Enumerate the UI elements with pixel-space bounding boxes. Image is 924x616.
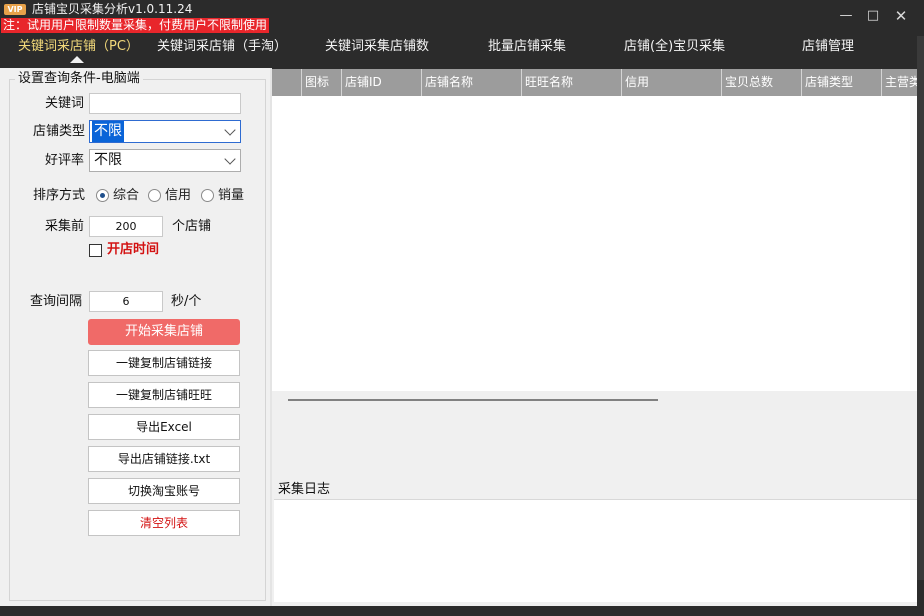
close-button[interactable]: ✕ bbox=[893, 8, 909, 24]
export-excel-button[interactable]: 导出Excel bbox=[88, 414, 240, 440]
shop-results-grid[interactable]: 图标 店铺ID 店铺名称 旺旺名称 信用 宝贝总数 店铺类型 主营类 bbox=[272, 69, 917, 410]
app-title: 店铺宝贝采集分析v1.0.11.24 bbox=[32, 2, 193, 16]
radio-unchecked-icon bbox=[148, 189, 161, 202]
collect-count-unit: 个店铺 bbox=[172, 219, 212, 234]
collect-count-input[interactable] bbox=[89, 216, 163, 237]
chevron-down-icon bbox=[224, 124, 236, 136]
tab-shop-items[interactable]: 店铺(全)宝贝采集 bbox=[624, 36, 725, 62]
sort-radio-label: 信用 bbox=[165, 188, 192, 203]
grid-col-wangwang[interactable]: 旺旺名称 bbox=[521, 69, 621, 96]
keyword-label: 关键词 bbox=[45, 96, 85, 111]
keyword-input[interactable] bbox=[89, 93, 241, 114]
shop-type-select[interactable]: 不限 bbox=[89, 120, 241, 143]
settings-group-title: 设置查询条件-电脑端 bbox=[15, 71, 143, 87]
copy-shop-links-button[interactable]: 一键复制店铺链接 bbox=[88, 350, 240, 376]
sort-radio-credit[interactable]: 信用 bbox=[148, 187, 194, 203]
grid-horizontal-scrollbar[interactable] bbox=[272, 391, 917, 410]
rating-value: 不限 bbox=[94, 152, 122, 168]
interval-label: 查询间隔 bbox=[30, 294, 83, 309]
log-output[interactable] bbox=[274, 499, 917, 602]
trial-notice: 注：试用用户限制数量采集，付费用户不限制使用 bbox=[1, 18, 270, 33]
tab-keyword-shop-mobile[interactable]: 关键词采店铺（手淘） bbox=[157, 36, 287, 62]
sort-label: 排序方式 bbox=[33, 188, 86, 203]
grid-header: 图标 店铺ID 店铺名称 旺旺名称 信用 宝贝总数 店铺类型 主营类 bbox=[272, 69, 917, 96]
interval-input[interactable] bbox=[89, 291, 163, 312]
sort-radio-label: 综合 bbox=[113, 188, 140, 203]
rating-select[interactable]: 不限 bbox=[89, 149, 241, 172]
tab-shop-manage[interactable]: 店铺管理 bbox=[802, 36, 854, 62]
radio-unchecked-icon bbox=[201, 189, 214, 202]
scrollbar-thumb[interactable] bbox=[288, 399, 658, 401]
switch-taobao-account-button[interactable]: 切换淘宝账号 bbox=[88, 478, 240, 504]
window-edge-scrollbar bbox=[917, 36, 924, 580]
tab-keyword-shop-count[interactable]: 关键词采集店铺数 bbox=[325, 36, 429, 62]
grid-col-item-count[interactable]: 宝贝总数 bbox=[721, 69, 801, 96]
shop-type-label: 店铺类型 bbox=[33, 124, 86, 139]
open-time-label: 开店时间 bbox=[107, 242, 160, 257]
maximize-button[interactable]: □ bbox=[865, 8, 881, 24]
minimize-button[interactable]: — bbox=[838, 8, 854, 24]
collect-count-label: 采集前 bbox=[45, 219, 85, 234]
settings-panel: 设置查询条件-电脑端 关键词 店铺类型 不限 好评率 不限 排序方式 综合 信用… bbox=[0, 68, 270, 606]
interval-unit: 秒/个 bbox=[171, 294, 202, 309]
vip-badge-icon: VIP bbox=[4, 4, 26, 15]
clear-list-button[interactable]: 清空列表 bbox=[88, 510, 240, 536]
window-bottom-border bbox=[0, 606, 924, 616]
copy-shop-wangwang-button[interactable]: 一键复制店铺旺旺 bbox=[88, 382, 240, 408]
shop-type-value: 不限 bbox=[92, 121, 124, 142]
active-tab-indicator-icon bbox=[70, 56, 84, 63]
export-links-txt-button[interactable]: 导出店铺链接.txt bbox=[88, 446, 240, 472]
grid-col-shop-name[interactable]: 店铺名称 bbox=[421, 69, 521, 96]
open-time-checkbox[interactable] bbox=[89, 244, 102, 257]
sort-radio-comprehensive[interactable]: 综合 bbox=[96, 187, 142, 203]
grid-footer-area bbox=[272, 410, 917, 480]
chevron-down-icon bbox=[224, 153, 236, 165]
title-bar: VIP 店铺宝贝采集分析v1.0.11.24 注：试用用户限制数量采集，付费用户… bbox=[0, 0, 924, 36]
start-collect-button[interactable]: 开始采集店铺 bbox=[88, 319, 240, 345]
radio-checked-icon bbox=[96, 189, 109, 202]
rating-label: 好评率 bbox=[45, 153, 85, 168]
grid-col-shop-type[interactable]: 店铺类型 bbox=[801, 69, 881, 96]
sort-radio-sales[interactable]: 销量 bbox=[201, 187, 247, 203]
grid-col-credit[interactable]: 信用 bbox=[621, 69, 721, 96]
log-title: 采集日志 bbox=[278, 482, 331, 497]
log-panel: 采集日志 bbox=[272, 480, 917, 606]
grid-col-icon[interactable]: 图标 bbox=[301, 69, 341, 96]
grid-col-select[interactable] bbox=[272, 69, 301, 96]
tab-batch-shop[interactable]: 批量店铺采集 bbox=[488, 36, 566, 62]
sort-radio-label: 销量 bbox=[218, 188, 245, 203]
tab-bar: 关键词采店铺（PC） 关键词采店铺（手淘） 关键词采集店铺数 批量店铺采集 店铺… bbox=[0, 36, 924, 68]
grid-col-shop-id[interactable]: 店铺ID bbox=[341, 69, 421, 96]
grid-col-main-category[interactable]: 主营类 bbox=[881, 69, 917, 96]
